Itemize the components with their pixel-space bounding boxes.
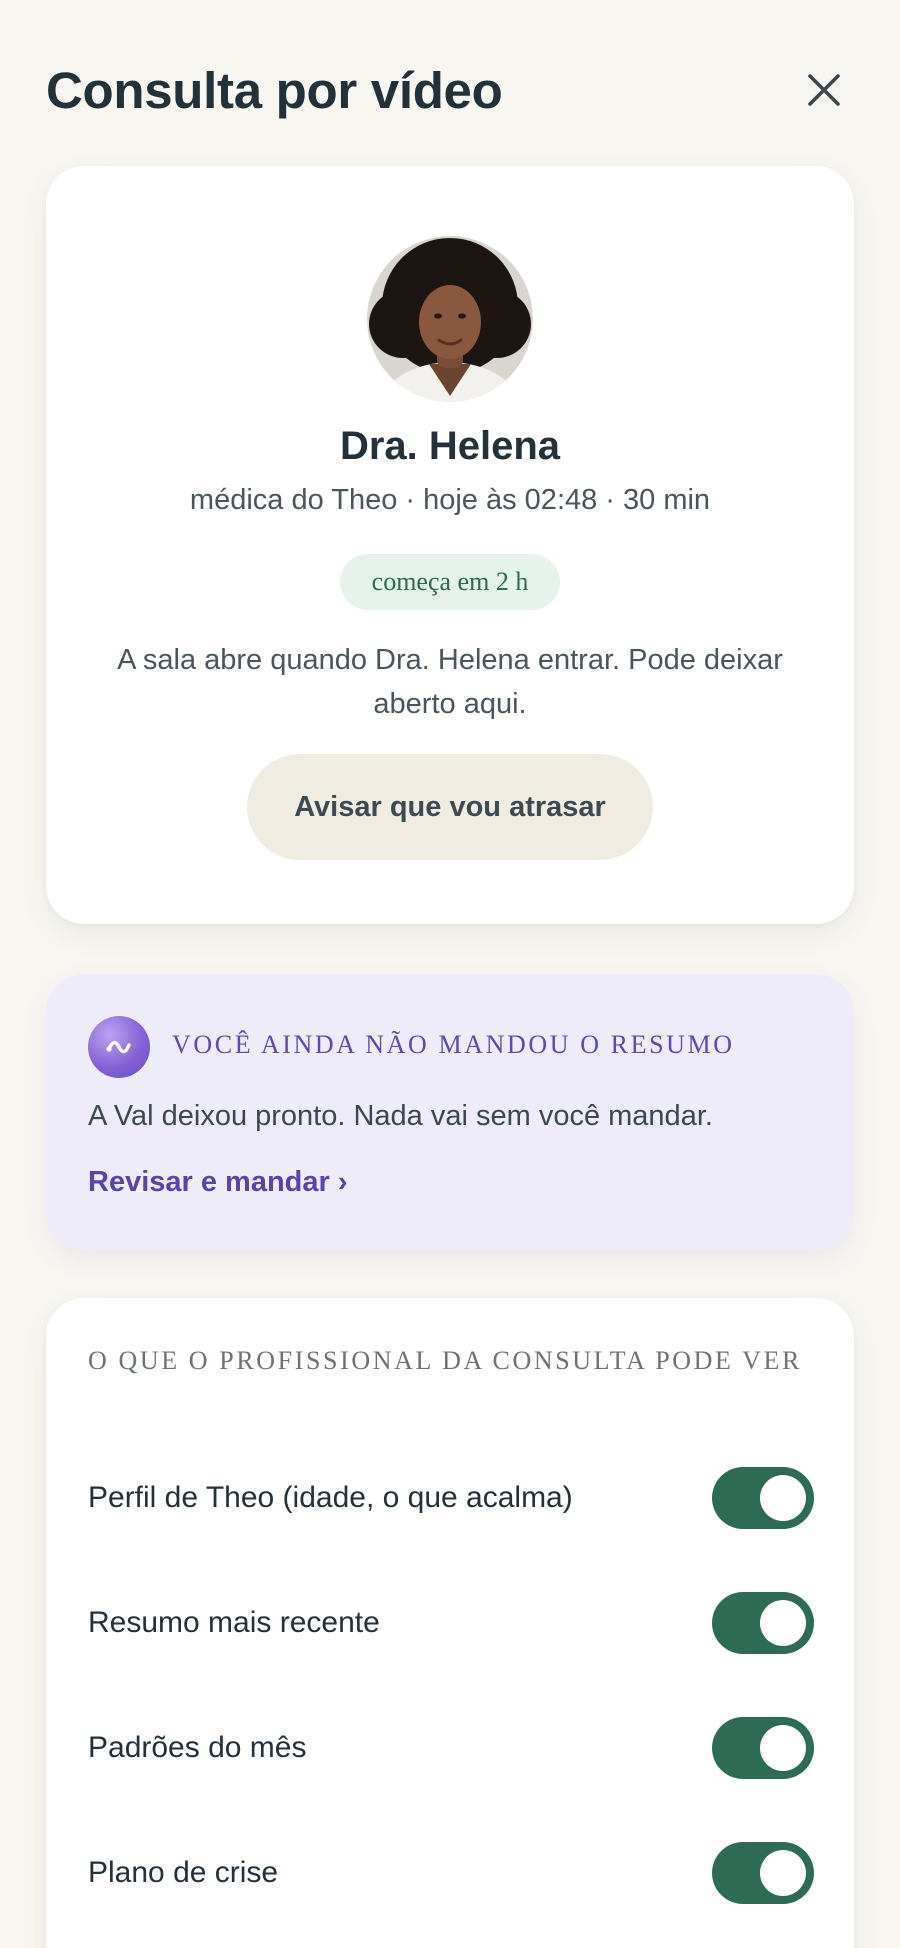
val-assistant-icon	[88, 1016, 150, 1078]
permission-toggle-crisis-plan[interactable]	[712, 1842, 814, 1904]
permissions-heading: O QUE O PROFISSIONAL DA CONSULTA PODE VE…	[88, 1346, 802, 1375]
summary-reminder-card: VOCÊ AINDA NÃO MANDOU O RESUMO A Val dei…	[46, 974, 854, 1250]
permissions-card: O QUE O PROFISSIONAL DA CONSULTA PODE VE…	[46, 1298, 854, 1948]
notify-late-button[interactable]: Avisar que vou atrasar	[247, 754, 653, 860]
toggle-knob	[760, 1475, 806, 1521]
toggle-knob	[760, 1850, 806, 1896]
permission-toggle-monthly-patterns[interactable]	[712, 1717, 814, 1779]
permission-row-latest-summary: Resumo mais recente	[88, 1591, 814, 1655]
permission-toggle-latest-summary[interactable]	[712, 1592, 814, 1654]
doctor-name: Dra. Helena	[339, 424, 561, 468]
toggle-knob	[760, 1725, 806, 1771]
header: Consulta por vídeo	[46, 50, 854, 130]
permission-row-monthly-patterns: Padrões do mês	[88, 1716, 814, 1780]
permission-label: Padrões do mês	[88, 1731, 307, 1764]
summary-text: A Val deixou pronto. Nada vai sem você m…	[88, 1100, 713, 1132]
close-button[interactable]	[794, 60, 854, 120]
room-info-text: A sala abre quando Dra. Helena entrar. P…	[117, 644, 783, 720]
summary-eyebrow: VOCÊ AINDA NÃO MANDOU O RESUMO	[172, 1030, 735, 1059]
permission-row-crisis-plan: Plano de crise	[88, 1841, 814, 1905]
permission-label: Plano de crise	[88, 1856, 279, 1889]
doctor-card: Dra. Helena médica do Theo · hoje às 02:…	[46, 166, 854, 924]
permission-toggle-profile[interactable]	[712, 1467, 814, 1529]
page-title: Consulta por vídeo	[46, 61, 503, 119]
appointment-details: médica do Theo · hoje às 02:48 · 30 min	[189, 484, 711, 516]
toggle-knob	[760, 1600, 806, 1646]
close-icon	[808, 74, 840, 106]
avatar	[367, 236, 533, 402]
permission-label: Resumo mais recente	[88, 1606, 380, 1639]
review-and-send-link[interactable]: Revisar e mandar ›	[88, 1166, 348, 1199]
permission-label: Perfil de Theo (idade, o que acalma)	[88, 1481, 573, 1514]
video-consultation-screen: Consulta por vídeo Dra. Helena médica do…	[0, 0, 900, 1948]
permission-row-profile: Perfil de Theo (idade, o que acalma)	[88, 1466, 814, 1530]
status-badge: começa em 2 h	[340, 554, 560, 610]
